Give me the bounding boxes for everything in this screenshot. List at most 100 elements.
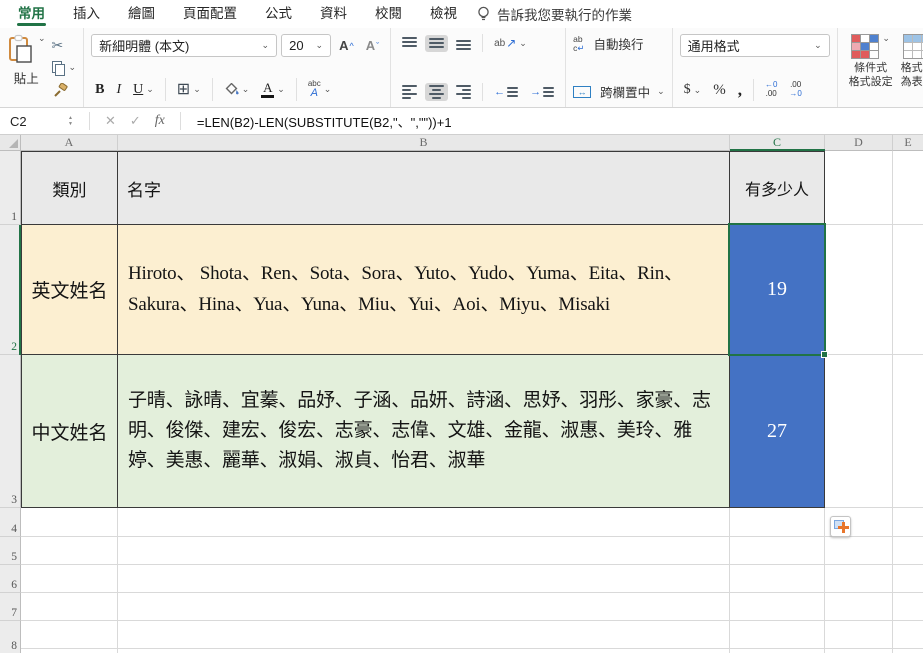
- cell-B2[interactable]: Hiroto、 Shota、Ren、Sota、Sora、Yuto、Yudo、Yu…: [118, 225, 730, 355]
- format-as-table-button[interactable]: 格式化 為表格: [897, 34, 923, 101]
- name-box[interactable]: C2: [0, 114, 68, 129]
- font-color-caret[interactable]: ⌄: [277, 85, 285, 94]
- decrease-font-size-button[interactable]: Aˇ: [362, 36, 383, 55]
- phonetic-caret[interactable]: ⌄: [324, 85, 332, 94]
- font-color-button[interactable]: A ⌄: [257, 79, 289, 100]
- row-header-3[interactable]: 3: [0, 355, 21, 508]
- currency-caret[interactable]: ⌄: [694, 86, 702, 95]
- tab-draw[interactable]: 繪圖: [114, 0, 169, 28]
- comma-style-button[interactable]: ,: [734, 83, 746, 97]
- row-header-1[interactable]: 1: [0, 151, 21, 225]
- align-top-button[interactable]: [398, 35, 421, 52]
- conditional-formatting-label-2: 格式設定: [849, 76, 893, 90]
- decrease-decimal-button[interactable]: .00 →0: [785, 79, 805, 101]
- font-name-combobox[interactable]: 新細明體 (本文) ⌄: [91, 34, 277, 57]
- decrease-indent-arrow: ←: [494, 86, 505, 98]
- tab-view[interactable]: 檢視: [416, 0, 471, 28]
- select-all-corner[interactable]: [0, 135, 21, 151]
- cell-A1[interactable]: 類別: [21, 151, 118, 225]
- increase-indent-arrow: →: [530, 86, 541, 98]
- number-group: 通用格式 ⌄ $ ⌄ % , ←0 .00 .00 →0: [673, 28, 838, 107]
- wrap-text-label: 自動換行: [593, 34, 643, 53]
- column-header-b[interactable]: B: [118, 135, 730, 151]
- italic-button[interactable]: I: [112, 80, 125, 100]
- percent-icon: %: [713, 82, 726, 99]
- tab-page-layout[interactable]: 頁面配置: [169, 0, 251, 28]
- orientation-caret[interactable]: ⌄: [519, 39, 527, 48]
- borders-caret[interactable]: ⌄: [193, 85, 201, 94]
- align-left-button[interactable]: [398, 83, 421, 101]
- cut-copy-painter-column: ✂ ⌄: [52, 34, 77, 101]
- grow-font-mark: ^: [349, 41, 353, 51]
- cell-B1-text: 名字: [127, 176, 161, 201]
- bold-icon: B: [95, 82, 104, 98]
- cut-button[interactable]: ✂: [52, 36, 64, 54]
- column-header-e[interactable]: E: [893, 135, 923, 151]
- align-center-button[interactable]: [425, 83, 448, 101]
- bold-button[interactable]: B: [91, 80, 108, 100]
- name-box-spinner[interactable]: ▲ ▼: [68, 116, 73, 127]
- align-bottom-button[interactable]: [452, 35, 475, 52]
- cell-A3[interactable]: 中文姓名: [21, 355, 118, 508]
- shrink-font-mark: ˇ: [376, 41, 379, 51]
- fill-color-caret[interactable]: ⌄: [242, 85, 250, 94]
- formula-bar: C2 ▲ ▼ ✕ ✓ fx =LEN(B2)-LEN(SUBSTITUTE(B2…: [0, 108, 923, 135]
- increase-decimal-button[interactable]: ←0 .00: [761, 79, 781, 101]
- borders-button[interactable]: ⊞ ⌄: [173, 80, 205, 100]
- underline-caret[interactable]: ⌄: [146, 85, 154, 94]
- tab-review[interactable]: 校閱: [361, 0, 416, 28]
- currency-button[interactable]: $ ⌄: [680, 80, 706, 100]
- number-format-combobox[interactable]: 通用格式 ⌄: [680, 34, 830, 57]
- increase-font-size-button[interactable]: A^: [335, 36, 358, 55]
- cell-C3[interactable]: 27: [730, 355, 825, 508]
- formula-input[interactable]: =LEN(B2)-LEN(SUBSTITUTE(B2,"、",""))+1: [197, 112, 452, 131]
- percent-button[interactable]: %: [709, 80, 730, 101]
- font-size-combobox[interactable]: 20 ⌄: [281, 34, 331, 57]
- autofill-options-button[interactable]: [830, 516, 851, 537]
- cell-C2[interactable]: 19: [730, 225, 825, 355]
- tab-data[interactable]: 資料: [306, 0, 361, 28]
- increase-indent-button[interactable]: →: [526, 84, 558, 100]
- column-header-a[interactable]: A: [21, 135, 118, 151]
- merge-center-caret[interactable]: ⌄: [657, 87, 665, 96]
- merge-center-button[interactable]: ↔ 跨欄置中 ⌄: [573, 82, 665, 101]
- copy-button[interactable]: ⌄: [52, 59, 77, 77]
- tell-me-search[interactable]: 告訴我您要執行的作業: [477, 4, 632, 24]
- orientation-button[interactable]: ab ↗ ⌄: [490, 34, 531, 52]
- cell-B1[interactable]: 名字: [118, 151, 730, 225]
- tab-home[interactable]: 常用: [4, 0, 59, 28]
- align-middle-button[interactable]: [425, 35, 448, 52]
- row-header-7[interactable]: 7: [0, 593, 21, 621]
- row-header-8[interactable]: 8: [0, 621, 21, 653]
- column-header-d[interactable]: D: [825, 135, 893, 151]
- clipboard-group: ⌄ 貼上 ✂ ⌄: [0, 28, 84, 107]
- row-header-2[interactable]: 2: [0, 225, 21, 355]
- fill-color-button[interactable]: ⌄: [220, 81, 254, 98]
- cell-B3[interactable]: 子晴、詠晴、宜蓁、品妤、子涵、品妍、詩涵、思妤、羽彤、家豪、志明、俊傑、建宏、俊…: [118, 355, 730, 508]
- paste-dropdown-caret[interactable]: ⌄: [38, 34, 46, 43]
- row-header-4[interactable]: 4: [0, 508, 21, 537]
- paste-button[interactable]: ⌄ 貼上: [7, 34, 46, 101]
- row-header-6[interactable]: 6: [0, 565, 21, 593]
- underline-button[interactable]: U ⌄: [129, 80, 158, 100]
- cell-C2-text: 19: [767, 278, 787, 301]
- grow-font-icon: A: [339, 38, 348, 53]
- tab-insert[interactable]: 插入: [59, 0, 114, 28]
- enter-button[interactable]: ✓: [130, 113, 141, 129]
- tab-formulas[interactable]: 公式: [251, 0, 306, 28]
- cell-C1[interactable]: 有多少人: [730, 151, 825, 225]
- insert-function-button[interactable]: fx: [155, 113, 165, 129]
- cell-A2[interactable]: 英文姓名: [21, 225, 118, 355]
- row-header-5[interactable]: 5: [0, 537, 21, 565]
- conditional-formatting-button[interactable]: ⌄ 條件式 格式設定: [845, 34, 897, 101]
- cancel-button[interactable]: ✕: [105, 113, 116, 129]
- align-right-button[interactable]: [452, 83, 475, 101]
- fill-handle[interactable]: [821, 351, 828, 358]
- copy-dropdown-caret[interactable]: ⌄: [69, 63, 77, 72]
- align-center-icon: [429, 85, 444, 99]
- align-left-icon: [402, 85, 417, 99]
- wrap-text-button[interactable]: ab c↵ 自動換行: [573, 34, 665, 53]
- format-painter-button[interactable]: [52, 81, 68, 99]
- decrease-indent-button[interactable]: ←: [490, 84, 522, 100]
- phonetic-guide-button[interactable]: abc A ⌄: [304, 78, 335, 101]
